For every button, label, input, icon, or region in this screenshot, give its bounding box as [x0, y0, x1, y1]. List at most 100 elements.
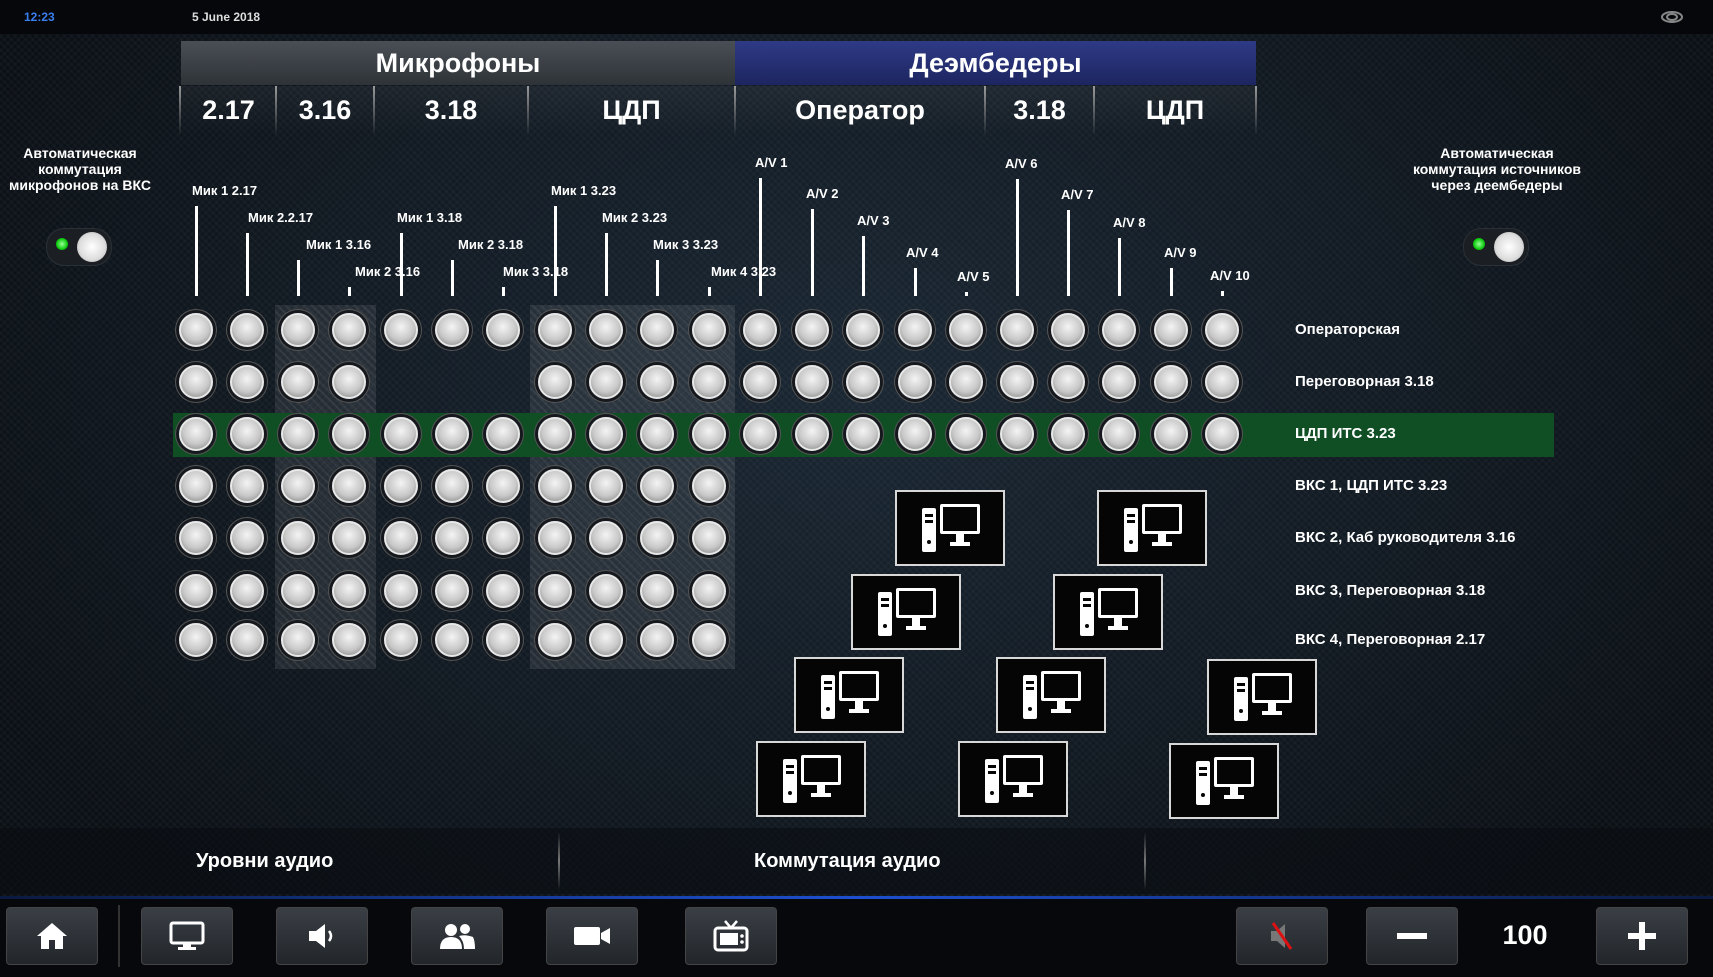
crosspoint-button[interactable]: [640, 623, 674, 657]
crosspoint-button[interactable]: [795, 365, 829, 399]
crosspoint-button[interactable]: [692, 623, 726, 657]
crosspoint-button[interactable]: [795, 417, 829, 451]
crosspoint-button[interactable]: [589, 365, 623, 399]
crosspoint-button[interactable]: [435, 313, 469, 347]
crosspoint-button[interactable]: [589, 469, 623, 503]
crosspoint-button[interactable]: [743, 365, 777, 399]
crosspoint-button[interactable]: [949, 313, 983, 347]
crosspoint-button[interactable]: [949, 417, 983, 451]
crosspoint-button[interactable]: [846, 365, 880, 399]
crosspoint-button[interactable]: [486, 574, 520, 608]
computer-tile[interactable]: [794, 657, 904, 733]
crosspoint-button[interactable]: [384, 521, 418, 555]
crosspoint-button[interactable]: [640, 469, 674, 503]
crosspoint-button[interactable]: [1051, 365, 1085, 399]
crosspoint-button[interactable]: [846, 417, 880, 451]
crosspoint-button[interactable]: [846, 313, 880, 347]
crosspoint-button[interactable]: [384, 313, 418, 347]
crosspoint-button[interactable]: [281, 521, 315, 555]
crosspoint-button[interactable]: [589, 574, 623, 608]
crosspoint-button[interactable]: [538, 469, 572, 503]
crosspoint-button[interactable]: [743, 313, 777, 347]
crosspoint-button[interactable]: [589, 623, 623, 657]
computer-tile[interactable]: [1207, 659, 1317, 735]
tv-button[interactable]: [685, 907, 777, 965]
crosspoint-button[interactable]: [692, 313, 726, 347]
crosspoint-button[interactable]: [230, 521, 264, 555]
crosspoint-button[interactable]: [538, 574, 572, 608]
crosspoint-button[interactable]: [230, 469, 264, 503]
crosspoint-button[interactable]: [486, 313, 520, 347]
crosspoint-button[interactable]: [486, 521, 520, 555]
crosspoint-button[interactable]: [486, 417, 520, 451]
crosspoint-button[interactable]: [332, 417, 366, 451]
crosspoint-button[interactable]: [179, 574, 213, 608]
crosspoint-button[interactable]: [1102, 313, 1136, 347]
mute-button[interactable]: [1236, 907, 1328, 965]
crosspoint-button[interactable]: [384, 574, 418, 608]
crosspoint-button[interactable]: [538, 417, 572, 451]
crosspoint-button[interactable]: [435, 574, 469, 608]
crosspoint-button[interactable]: [435, 521, 469, 555]
crosspoint-button[interactable]: [435, 469, 469, 503]
display-button[interactable]: [141, 907, 233, 965]
computer-tile[interactable]: [958, 741, 1068, 817]
crosspoint-button[interactable]: [589, 417, 623, 451]
crosspoint-button[interactable]: [692, 417, 726, 451]
crosspoint-button[interactable]: [281, 365, 315, 399]
crosspoint-button[interactable]: [281, 313, 315, 347]
crosspoint-button[interactable]: [1102, 365, 1136, 399]
crosspoint-button[interactable]: [692, 365, 726, 399]
computer-tile[interactable]: [996, 657, 1106, 733]
crosspoint-button[interactable]: [486, 469, 520, 503]
crosspoint-button[interactable]: [1000, 417, 1034, 451]
crosspoint-button[interactable]: [795, 313, 829, 347]
crosspoint-button[interactable]: [435, 623, 469, 657]
crosspoint-button[interactable]: [538, 623, 572, 657]
auto-mic-toggle[interactable]: [46, 228, 112, 266]
crosspoint-button[interactable]: [179, 469, 213, 503]
crosspoint-button[interactable]: [640, 417, 674, 451]
crosspoint-button[interactable]: [384, 623, 418, 657]
crosspoint-button[interactable]: [230, 313, 264, 347]
crosspoint-button[interactable]: [332, 574, 366, 608]
computer-tile[interactable]: [1169, 743, 1279, 819]
crosspoint-button[interactable]: [1102, 417, 1136, 451]
crosspoint-button[interactable]: [640, 574, 674, 608]
crosspoint-button[interactable]: [898, 365, 932, 399]
crosspoint-button[interactable]: [1154, 313, 1188, 347]
crosspoint-button[interactable]: [898, 313, 932, 347]
crosspoint-button[interactable]: [230, 574, 264, 608]
crosspoint-button[interactable]: [1154, 417, 1188, 451]
sound-button[interactable]: [276, 907, 368, 965]
crosspoint-button[interactable]: [230, 623, 264, 657]
crosspoint-button[interactable]: [384, 469, 418, 503]
crosspoint-button[interactable]: [230, 417, 264, 451]
crosspoint-button[interactable]: [332, 365, 366, 399]
crosspoint-button[interactable]: [538, 365, 572, 399]
crosspoint-button[interactable]: [230, 365, 264, 399]
crosspoint-button[interactable]: [332, 469, 366, 503]
crosspoint-button[interactable]: [179, 365, 213, 399]
people-button[interactable]: [411, 907, 503, 965]
crosspoint-button[interactable]: [179, 623, 213, 657]
crosspoint-button[interactable]: [179, 521, 213, 555]
crosspoint-button[interactable]: [743, 417, 777, 451]
crosspoint-button[interactable]: [1000, 313, 1034, 347]
crosspoint-button[interactable]: [1154, 365, 1188, 399]
volume-down-button[interactable]: [1366, 907, 1458, 965]
crosspoint-button[interactable]: [692, 521, 726, 555]
crosspoint-button[interactable]: [538, 313, 572, 347]
computer-tile[interactable]: [1053, 574, 1163, 650]
home-button[interactable]: [6, 907, 98, 965]
crosspoint-button[interactable]: [486, 623, 520, 657]
computer-tile[interactable]: [851, 574, 961, 650]
camera-button[interactable]: [546, 907, 638, 965]
crosspoint-button[interactable]: [1205, 313, 1239, 347]
crosspoint-button[interactable]: [640, 365, 674, 399]
crosspoint-button[interactable]: [1205, 365, 1239, 399]
crosspoint-button[interactable]: [898, 417, 932, 451]
computer-tile[interactable]: [895, 490, 1005, 566]
crosspoint-button[interactable]: [281, 469, 315, 503]
crosspoint-button[interactable]: [640, 313, 674, 347]
